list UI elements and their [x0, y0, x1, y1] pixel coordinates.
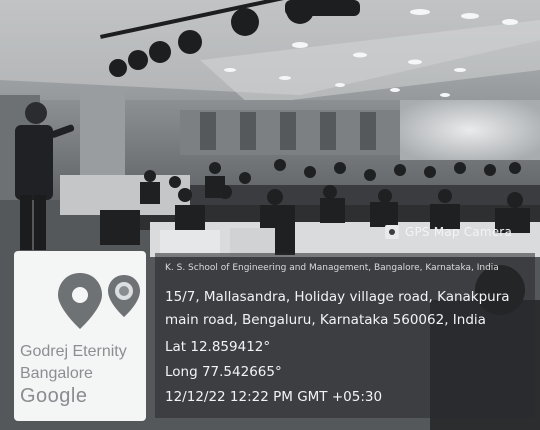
camera-icon — [385, 225, 399, 239]
datetime: 12/12/22 12:22 PM GMT +05:30 — [165, 389, 383, 405]
map-thumbnail: Godrej Eternity Bangalore Google — [14, 251, 146, 421]
gps-app-badge: GPS Map Camera — [385, 225, 512, 239]
latitude: Lat 12.859412° — [165, 339, 271, 355]
map-pin-icon — [58, 273, 102, 329]
map-place-line1: Godrej Eternity — [20, 343, 127, 360]
gps-app-name: GPS Map Camera — [405, 225, 512, 239]
longitude: Long 77.542665° — [165, 364, 282, 380]
photo-marker-icon — [108, 275, 140, 317]
map-place-line2: Bangalore — [20, 365, 93, 382]
institution-name: K. S. School of Engineering and Manageme… — [165, 263, 499, 273]
map-provider-logo: Google — [20, 385, 88, 407]
address-line2: main road, Bengaluru, Karnataka 560062, … — [165, 312, 486, 328]
location-info-box: K. S. School of Engineering and Manageme… — [155, 253, 535, 418]
address-line1: 15/7, Mallasandra, Holiday village road,… — [165, 289, 510, 305]
